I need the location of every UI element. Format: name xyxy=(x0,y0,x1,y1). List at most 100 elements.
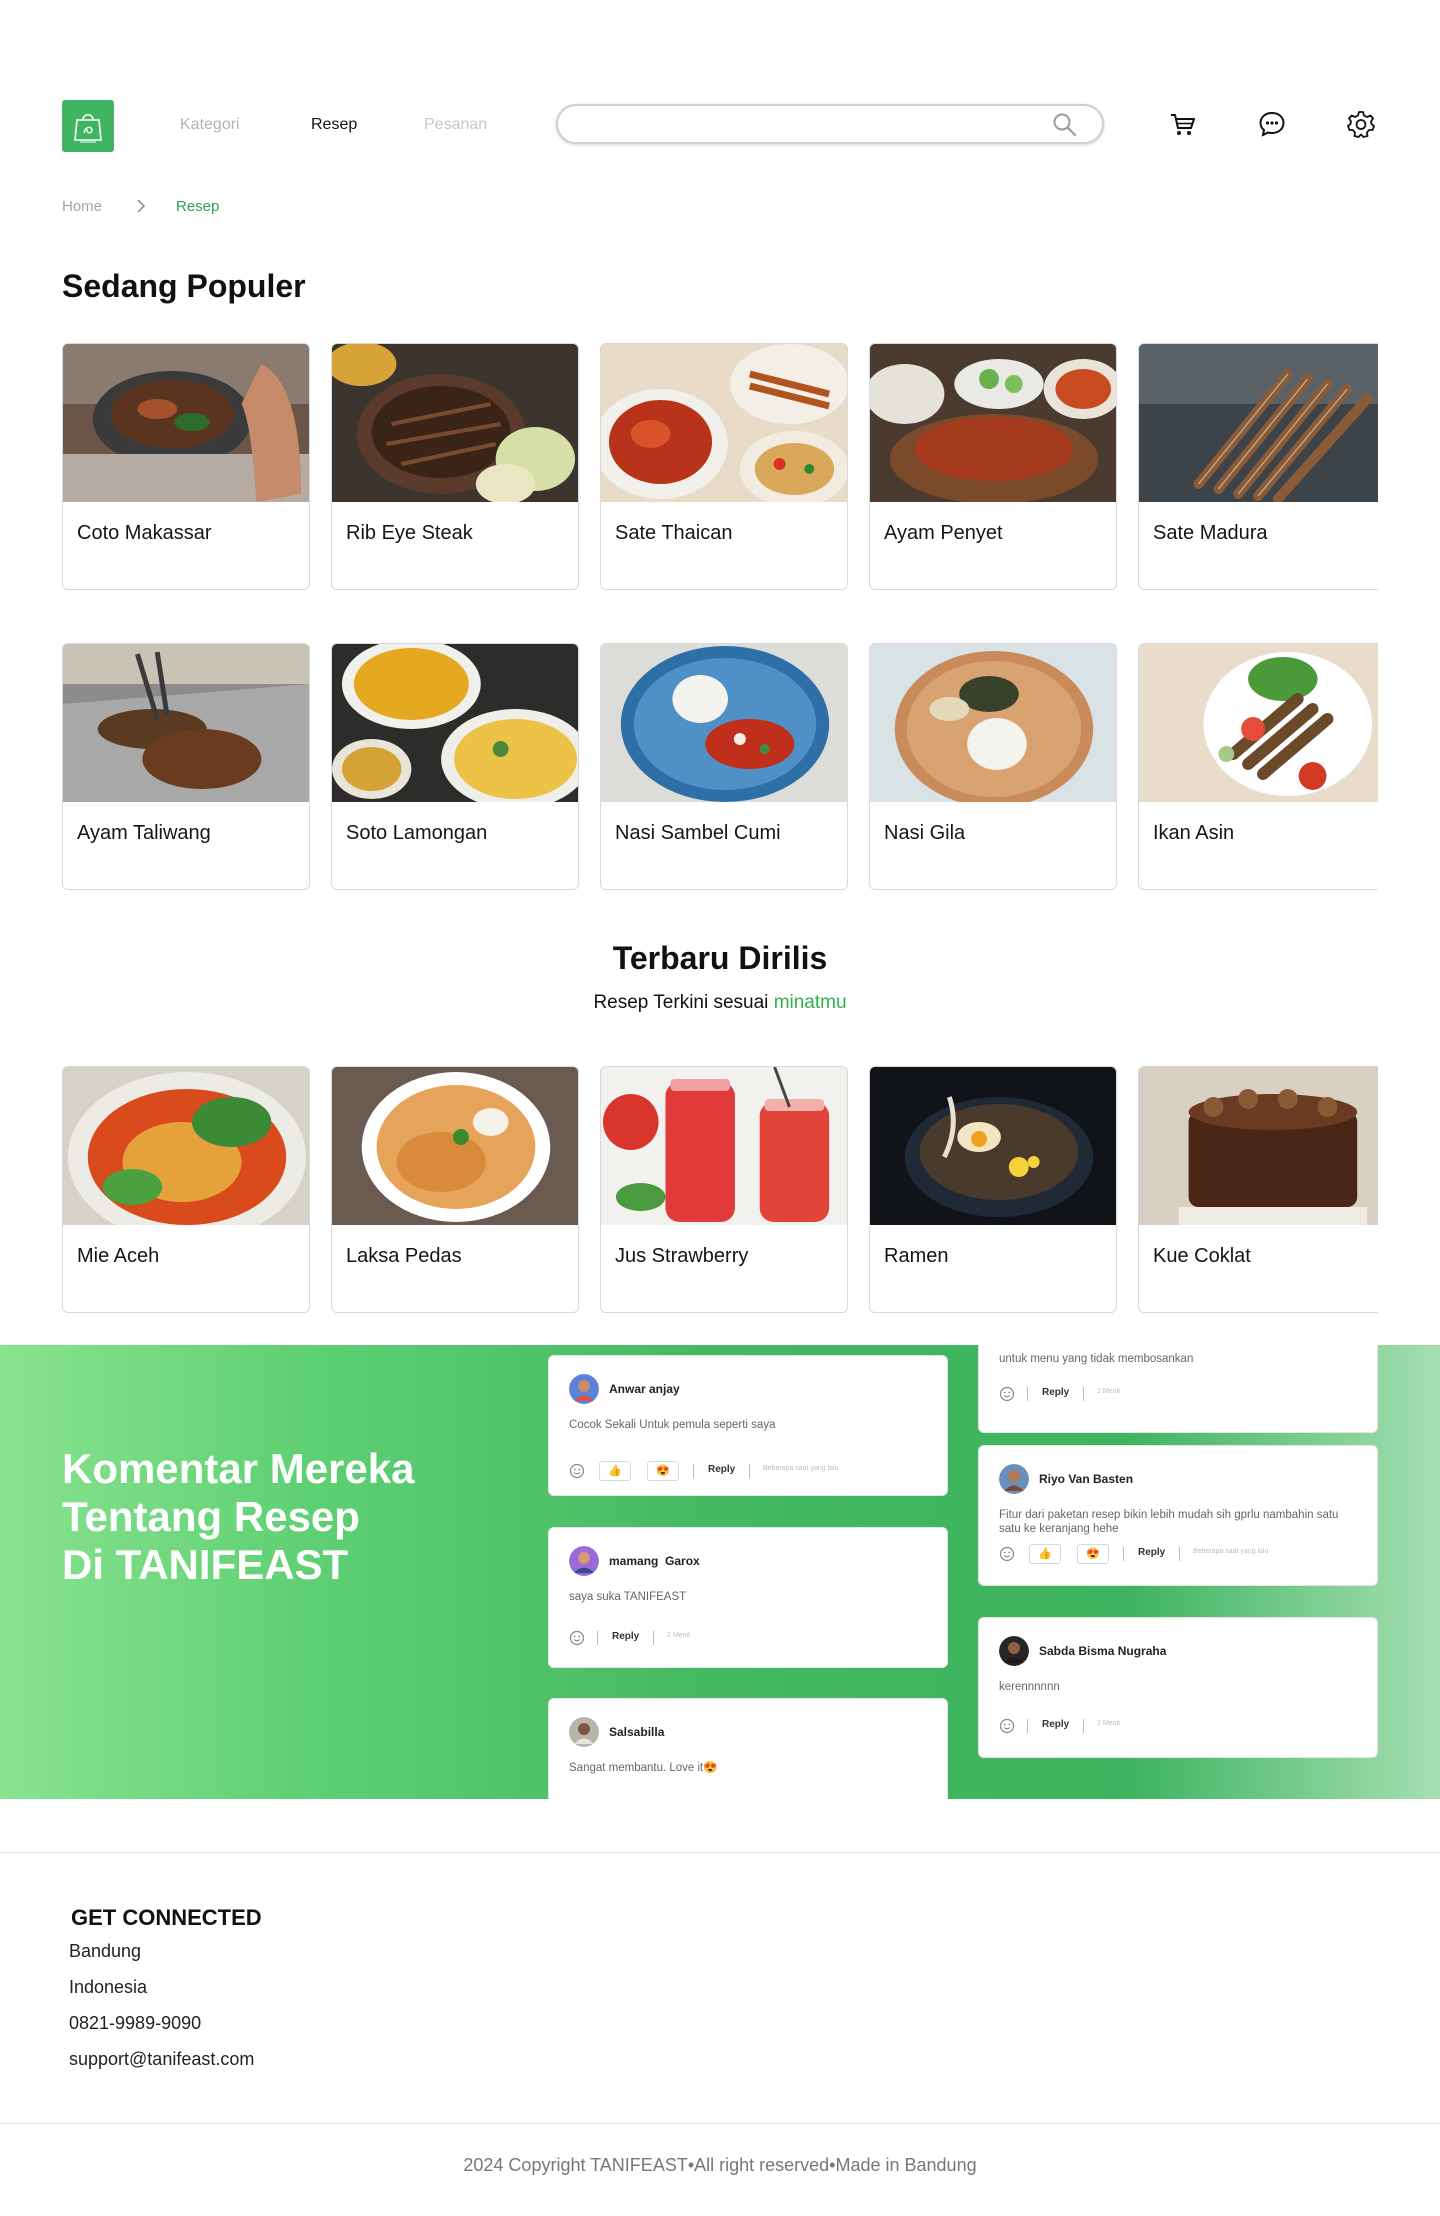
recipe-name: Coto Makassar xyxy=(77,522,212,544)
testimonials-title: Komentar Mereka Tentang Resep Di TANIFEA… xyxy=(62,1445,414,1589)
recipe-name: Laksa Pedas xyxy=(346,1245,462,1267)
recipe-image xyxy=(63,1067,309,1225)
smiley-icon[interactable] xyxy=(569,1630,585,1646)
recipe-image xyxy=(332,1067,578,1225)
recipe-name: Jus Strawberry xyxy=(615,1245,749,1267)
testimonials-title-line: Tentang Resep xyxy=(62,1493,360,1540)
reply-button[interactable]: Reply xyxy=(1042,1387,1069,1398)
subtitle-text: Resep Terkini sesuai xyxy=(593,992,769,1013)
avatar xyxy=(999,1464,1029,1494)
top-navigation: Kategori Resep Pesanan xyxy=(62,96,1378,156)
commenter-name: Anwar anjay xyxy=(609,1382,680,1396)
comment-card: Salsabilla Sangat membantu. Love it😍 xyxy=(548,1698,948,1799)
divider xyxy=(1179,1547,1180,1561)
recipe-name: Kue Coklat xyxy=(1153,1245,1251,1267)
reaction-heart-eyes[interactable]: 😍 xyxy=(647,1461,679,1481)
breadcrumb-current: Resep xyxy=(176,198,220,215)
footer-phone: 0821-9989-9090 xyxy=(69,2013,202,2033)
footer-email-link[interactable]: support@tanifeast.com xyxy=(69,2049,254,2070)
recipe-card[interactable]: Mie Aceh xyxy=(62,1066,310,1313)
recipe-card[interactable]: Nasi Gila xyxy=(869,643,1117,890)
chat-icon[interactable] xyxy=(1257,109,1287,139)
nav-link-pesanan[interactable]: Pesanan xyxy=(424,116,487,134)
recipe-image xyxy=(63,344,309,502)
search-icon[interactable] xyxy=(1052,112,1078,138)
recipe-card[interactable]: Sate Madura xyxy=(1138,343,1378,590)
comment-text: Cocok Sekali Untuk pemula seperti saya xyxy=(569,1419,776,1431)
comment-text: kerennnnnn xyxy=(999,1681,1060,1693)
nav-link-kategori[interactable]: Kategori xyxy=(180,116,240,134)
recipe-card[interactable]: Soto Lamongan xyxy=(331,643,579,890)
recipe-image xyxy=(1139,344,1378,502)
tanifeast-logo[interactable] xyxy=(62,100,114,152)
recipe-name: Ikan Asin xyxy=(1153,822,1235,844)
recipe-name: Ayam Penyet xyxy=(884,522,1003,544)
divider xyxy=(749,1464,750,1478)
comment-card: untuk menu yang tidak membosankan Reply … xyxy=(978,1345,1378,1433)
recipe-name: Ayam Taliwang xyxy=(77,822,211,844)
recipe-image xyxy=(870,344,1116,502)
recipe-image xyxy=(1139,644,1378,802)
reply-button[interactable]: Reply xyxy=(708,1464,735,1475)
comment-actions: 👍 😍 Reply Beberapa saat yang lalu xyxy=(999,1544,1359,1566)
footer-city: Bandung xyxy=(69,1941,142,1961)
recipe-card[interactable]: Ayam Penyet xyxy=(869,343,1117,590)
smiley-icon[interactable] xyxy=(999,1546,1015,1562)
recipe-card[interactable]: Ikan Asin xyxy=(1138,643,1378,890)
footer-divider-top xyxy=(0,1852,1440,1853)
popular-grid-row-1: Coto Makassar Rib Eye Steak Sate Thaican xyxy=(62,343,1378,593)
comment-card: Riyo Van Basten Fitur dari paketan resep… xyxy=(978,1445,1378,1586)
copyright-text: 2024 Copyright TANIFEAST•All right reser… xyxy=(463,2155,977,2175)
comment-text: saya suka TANIFEAST xyxy=(569,1591,687,1603)
recipe-image xyxy=(332,644,578,802)
comment-text: untuk menu yang tidak membosankan xyxy=(999,1353,1194,1365)
recipe-card[interactable]: Coto Makassar xyxy=(62,343,310,590)
divider xyxy=(653,1631,654,1645)
nav-link-resep[interactable]: Resep xyxy=(311,116,357,134)
smiley-icon[interactable] xyxy=(569,1463,585,1479)
recipe-card[interactable]: Ayam Taliwang xyxy=(62,643,310,890)
popular-grid-row-2: Ayam Taliwang Soto Lamongan Nasi Sambel … xyxy=(62,643,1378,893)
comment-card: Anwar anjay Cocok Sekali Untuk pemula se… xyxy=(548,1355,948,1496)
recipe-name: Soto Lamongan xyxy=(346,822,488,844)
divider xyxy=(693,1464,694,1478)
breadcrumb-home[interactable]: Home xyxy=(62,198,102,215)
recipe-card[interactable]: Ramen xyxy=(869,1066,1117,1313)
footer-divider-bottom xyxy=(0,2123,1440,2124)
comment-time: Beberapa saat yang lalu xyxy=(1193,1548,1269,1555)
reaction-thumbs-up[interactable]: 👍 xyxy=(1029,1544,1061,1564)
comment-actions: Reply 2 Menit xyxy=(999,1716,1359,1738)
cart-icon[interactable] xyxy=(1168,109,1198,139)
search-input[interactable] xyxy=(576,114,1050,132)
comment-time: 2 Menit xyxy=(1097,1388,1120,1395)
smiley-icon[interactable] xyxy=(999,1718,1015,1734)
recipe-image xyxy=(332,344,578,502)
recipe-image xyxy=(601,344,847,502)
recipe-card[interactable]: Rib Eye Steak xyxy=(331,343,579,590)
comment-actions: 👍 😍 Reply Beberapa saat yang lalu xyxy=(569,1461,929,1483)
recipe-card[interactable]: Jus Strawberry xyxy=(600,1066,848,1313)
recipe-card[interactable]: Laksa Pedas xyxy=(331,1066,579,1313)
recipe-image xyxy=(870,1067,1116,1225)
reaction-thumbs-up[interactable]: 👍 xyxy=(599,1461,631,1481)
avatar xyxy=(569,1546,599,1576)
reaction-heart-eyes[interactable]: 😍 xyxy=(1077,1544,1109,1564)
commenter-name: mamang Garox xyxy=(609,1554,700,1568)
footer-country: Indonesia xyxy=(69,1977,148,1997)
recipe-card[interactable]: Sate Thaican xyxy=(600,343,848,590)
recipe-card[interactable]: Kue Coklat xyxy=(1138,1066,1378,1313)
smiley-icon[interactable] xyxy=(999,1386,1015,1402)
latest-section-subtitle: Resep Terkini sesuai minatmu xyxy=(0,992,1440,1014)
recipe-card[interactable]: Nasi Sambel Cumi xyxy=(600,643,848,890)
latest-grid: Mie Aceh Laksa Pedas Jus Strawberry Rame… xyxy=(62,1066,1378,1316)
footer-title: GET CONNECTED xyxy=(71,1905,262,1930)
gear-icon[interactable] xyxy=(1346,109,1376,139)
divider xyxy=(1123,1547,1124,1561)
reply-button[interactable]: Reply xyxy=(1138,1547,1165,1558)
reply-button[interactable]: Reply xyxy=(1042,1719,1069,1730)
comment-text: Sangat membantu. Love it😍 xyxy=(569,1762,718,1774)
comment-time: Beberapa saat yang lalu xyxy=(763,1465,839,1472)
commenter-name: Salsabilla xyxy=(609,1725,665,1739)
reply-button[interactable]: Reply xyxy=(612,1631,639,1642)
avatar xyxy=(569,1374,599,1404)
